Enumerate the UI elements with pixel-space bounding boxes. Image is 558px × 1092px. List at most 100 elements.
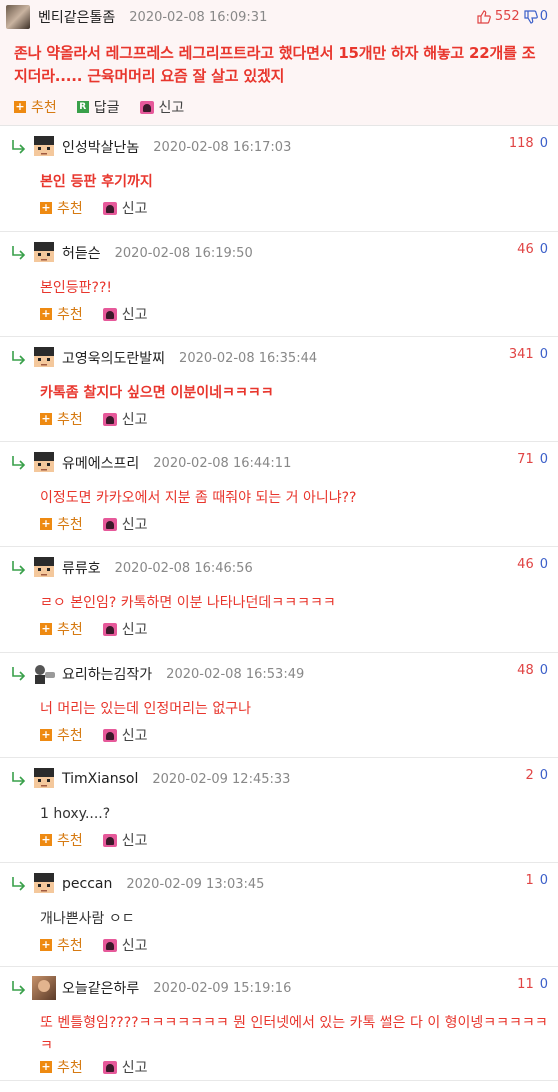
recommend-button[interactable]: + 추천 <box>40 514 83 534</box>
thumbs-down-icon[interactable] <box>524 9 538 24</box>
reply-header: peccan 2020-02-09 13:03:45 <box>10 871 264 897</box>
nickname[interactable]: 유메에스프리 <box>62 453 139 473</box>
report-button[interactable]: 신고 <box>102 198 148 218</box>
recommend-label: 추천 <box>57 938 83 954</box>
downvote-count: 0 <box>539 9 548 24</box>
plus-icon: + <box>40 307 52 320</box>
recommend-button[interactable]: + 추천 <box>40 1057 83 1077</box>
reply-item: 허듣슨 2020-02-08 16:19:50 46 0 본인등판??! + 추천 신고 <box>0 232 558 337</box>
nickname[interactable]: 고영욱의도란발찌 <box>62 348 165 368</box>
avatar[interactable] <box>32 346 56 370</box>
avatar[interactable] <box>32 556 56 580</box>
upvote-count: 11 <box>517 977 534 992</box>
reply-actions: + 추천 신고 <box>40 934 168 956</box>
upvote-count: 48 <box>517 663 534 678</box>
siren-icon <box>139 100 154 114</box>
report-label: 신고 <box>121 517 148 533</box>
downvote-count: 0 <box>539 136 548 151</box>
recommend-button[interactable]: + 추천 <box>40 304 83 324</box>
avatar[interactable] <box>32 872 56 896</box>
reply-header: 인성박살난놈 2020-02-08 16:17:03 <box>10 134 291 160</box>
report-label: 신고 <box>121 622 148 638</box>
recommend-button[interactable]: + 추천 <box>40 409 83 429</box>
reply-body: 개나쁜사람 ㅇㄷ <box>40 911 135 927</box>
recommend-label: 추천 <box>57 622 83 638</box>
nickname[interactable]: 허듣슨 <box>62 243 101 263</box>
reply-body: 1 hoxy....? <box>40 806 111 822</box>
recommend-button[interactable]: + 추천 <box>40 935 83 955</box>
report-label: 신고 <box>121 201 148 217</box>
recommend-button[interactable]: + 추천 <box>40 725 83 745</box>
thumbs-up-icon[interactable] <box>477 9 491 24</box>
report-button[interactable]: 신고 <box>102 619 148 639</box>
nickname[interactable]: 오늘같은하루 <box>62 978 139 998</box>
reply-header: 오늘같은하루 2020-02-09 15:19:16 <box>10 975 291 1001</box>
best-comment-actions: + 추천 R 답글 신고 <box>14 96 204 118</box>
reply-body: 본인 등판 후기까지 <box>40 174 153 190</box>
siren-icon <box>102 201 117 215</box>
plus-icon: + <box>40 728 52 741</box>
downvote-count: 0 <box>539 977 548 992</box>
reply-header: 요리하는김작가 2020-02-08 16:53:49 <box>10 661 304 687</box>
best-comment-header: 벤티같은톨좀 2020-02-08 16:09:31 552 0 <box>0 0 558 34</box>
upvote-count: 46 <box>517 557 534 572</box>
recommend-button[interactable]: + 추천 <box>40 619 83 639</box>
nickname[interactable]: peccan <box>62 876 112 892</box>
nickname[interactable]: 류류호 <box>62 558 101 578</box>
report-label: 신고 <box>121 938 148 954</box>
nickname[interactable]: 벤티같은톨좀 <box>38 7 115 27</box>
avatar[interactable] <box>32 662 56 686</box>
reply-item: peccan 2020-02-09 13:03:45 1 0 개나쁜사람 ㅇㄷ + 추천 신고 <box>0 863 558 967</box>
comment-date: 2020-02-09 12:45:33 <box>152 771 291 787</box>
recommend-button[interactable]: + 추천 <box>40 830 83 850</box>
best-comment-body: 존나 약올라서 레그프레스 레그리프트라고 했다면서 15개만 하자 해놓고 2… <box>14 44 536 85</box>
reply-actions: + 추천 신고 <box>40 618 168 640</box>
avatar[interactable] <box>32 451 56 475</box>
comment-date: 2020-02-08 16:19:50 <box>114 245 253 261</box>
reply-header: 허듣슨 2020-02-08 16:19:50 <box>10 240 253 266</box>
report-button[interactable]: 신고 <box>102 1057 148 1077</box>
avatar[interactable] <box>32 976 56 1000</box>
report-button[interactable]: 신고 <box>102 725 148 745</box>
vote-counter: 341 0 <box>509 347 548 362</box>
reply-actions: + 추천 신고 <box>40 1056 168 1078</box>
report-button[interactable]: 신고 <box>102 304 148 324</box>
reply-item: 인성박살난놈 2020-02-08 16:17:03 118 0 본인 등판 후기까지 +… <box>0 126 558 232</box>
upvote-count: 2 <box>525 768 534 783</box>
avatar[interactable] <box>6 5 30 29</box>
reply-button[interactable]: R 답글 <box>76 97 120 117</box>
plus-icon: + <box>40 1060 52 1073</box>
comment-date: 2020-02-08 16:53:49 <box>166 666 305 682</box>
downvote-count: 0 <box>539 452 548 467</box>
reply-arrow-icon <box>10 560 28 576</box>
vote-counter: 118 0 <box>509 136 548 151</box>
report-label: 신고 <box>121 728 148 744</box>
reply-item: 류류호 2020-02-08 16:46:56 46 0 ㄹㅇ 본인임? 카톡하면 이분… <box>0 547 558 653</box>
siren-icon <box>102 728 117 742</box>
nickname[interactable]: 인성박살난놈 <box>62 137 139 157</box>
reply-arrow-icon <box>10 666 28 682</box>
recommend-label: 추천 <box>31 100 57 116</box>
comment-date: 2020-02-09 13:03:45 <box>126 876 265 892</box>
recommend-button[interactable]: + 추천 <box>40 198 83 218</box>
nickname[interactable]: 요리하는김작가 <box>62 664 152 684</box>
report-label: 신고 <box>121 307 148 323</box>
avatar[interactable] <box>32 135 56 159</box>
avatar[interactable] <box>32 767 56 791</box>
report-button[interactable]: 신고 <box>102 409 148 429</box>
best-comment: 벤티같은톨좀 2020-02-08 16:09:31 552 0 존나 약올라서… <box>0 0 558 126</box>
report-button[interactable]: 신고 <box>102 935 148 955</box>
report-button[interactable]: 신고 <box>139 97 184 117</box>
report-button[interactable]: 신고 <box>102 830 148 850</box>
plus-icon: + <box>14 100 26 113</box>
siren-icon <box>102 833 117 847</box>
downvote-count: 0 <box>539 242 548 257</box>
report-button[interactable]: 신고 <box>102 514 148 534</box>
reply-item: TimXiansol 2020-02-09 12:45:33 2 0 1 hoxy...… <box>0 758 558 863</box>
reply-arrow-icon <box>10 980 28 996</box>
recommend-label: 추천 <box>57 201 83 217</box>
upvote-count: 341 <box>508 347 534 362</box>
avatar[interactable] <box>32 241 56 265</box>
nickname[interactable]: TimXiansol <box>62 771 138 787</box>
recommend-button[interactable]: + 추천 <box>14 97 57 117</box>
